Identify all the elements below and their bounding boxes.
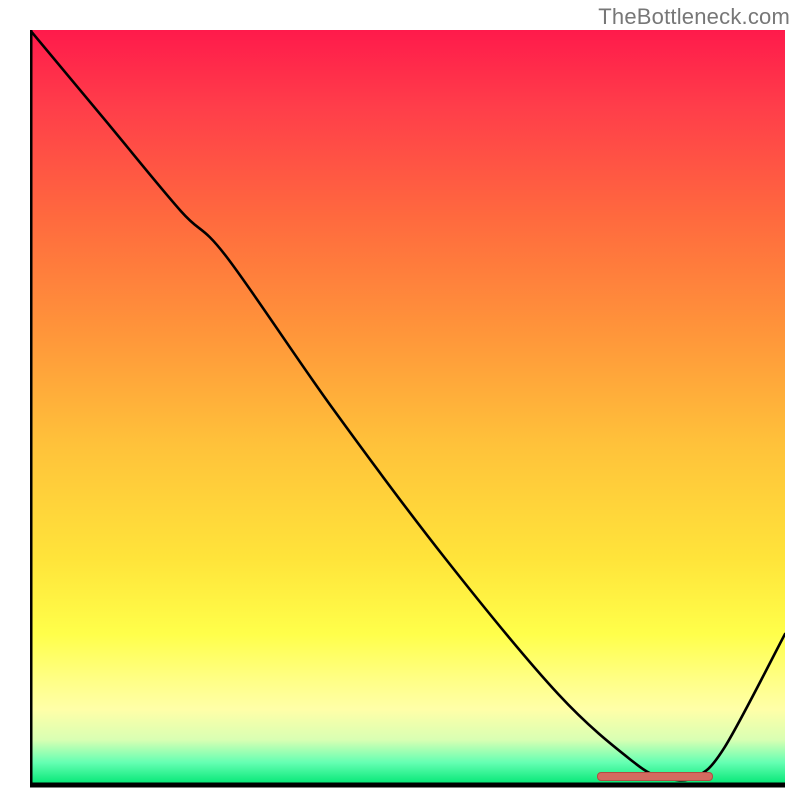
chart-container: TheBottleneck.com	[0, 0, 800, 800]
watermark-text: TheBottleneck.com	[598, 4, 790, 30]
heat-gradient	[30, 30, 785, 785]
optimal-range-marker	[597, 772, 713, 781]
plot-area	[30, 30, 785, 785]
